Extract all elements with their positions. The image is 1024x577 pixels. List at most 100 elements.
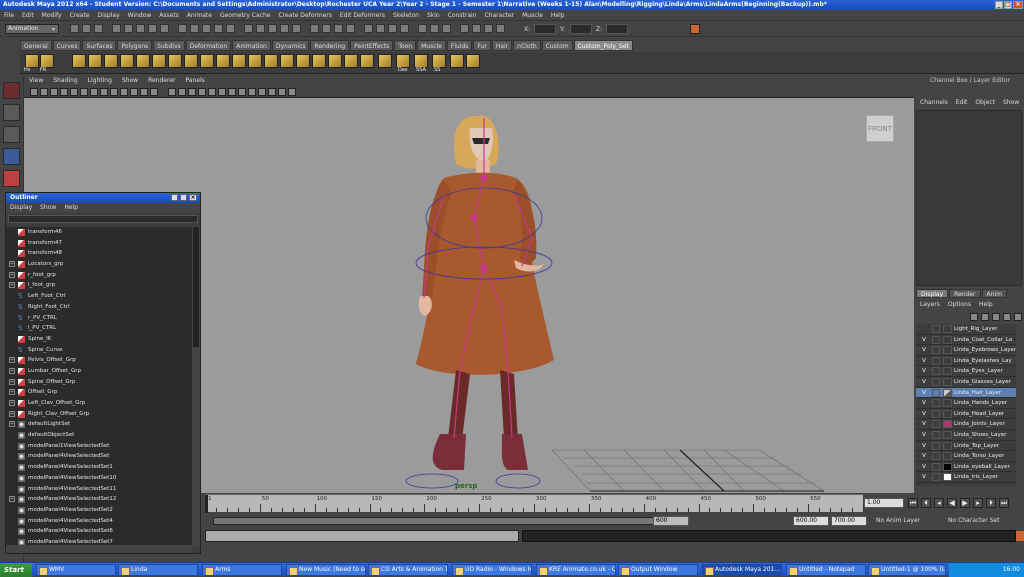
shelf-tab-deformation[interactable]: Deformation	[185, 40, 232, 51]
go-to-start-icon[interactable]: ⏮	[908, 498, 918, 508]
menu-animate[interactable]: Animate	[187, 12, 212, 19]
expand-icon[interactable]: +	[9, 421, 15, 428]
z-field[interactable]	[606, 24, 628, 34]
taskbar-item[interactable]: New Music (Need to sor...	[286, 564, 366, 576]
character-set-dropdown[interactable]: No Character Set	[948, 516, 1018, 526]
layer-color-swatch[interactable]	[943, 441, 952, 450]
menu-geometry-cache[interactable]: Geometry Cache	[220, 12, 270, 19]
layer-playback-toggle[interactable]	[932, 325, 940, 333]
script-editor-button[interactable]	[1016, 531, 1024, 541]
shelf-tab-hair[interactable]: Hair	[491, 40, 513, 51]
status-tool-icon[interactable]	[364, 24, 373, 33]
script-editor-icon[interactable]	[690, 24, 700, 34]
layer-color-swatch[interactable]	[943, 430, 952, 439]
scrollbar-thumb[interactable]	[193, 227, 199, 347]
shelf-tool-icon[interactable]	[216, 54, 230, 68]
outliner-item[interactable]: modelPanel4ViewSelectedSet	[6, 451, 192, 462]
outliner-item[interactable]: modelPanel4ViewSelectedSet6	[6, 526, 192, 537]
panel-tool-icon[interactable]	[150, 88, 158, 96]
status-tool-icon[interactable]	[202, 24, 211, 33]
status-tool-icon[interactable]	[112, 24, 121, 33]
taskbar-item[interactable]: CG Arts & Animation Tu...	[368, 564, 448, 576]
outliner-item[interactable]: + Pelvis_Offset_Grp	[6, 355, 192, 366]
status-tool-icon[interactable]	[496, 24, 505, 33]
taskbar-item[interactable]: KRE Animate.co.uk - Q...	[536, 564, 616, 576]
outliner-menu-display[interactable]: Display	[10, 204, 32, 211]
menu-constrain[interactable]: Constrain	[448, 12, 477, 19]
outliner-item[interactable]: + modelPanel4ViewSelectedSet12	[6, 494, 192, 505]
layer-row[interactable]: V Linda_Top_Layer	[916, 441, 1016, 452]
status-tool-icon[interactable]	[484, 24, 493, 33]
layer-visibility-toggle[interactable]: V	[922, 388, 928, 399]
panel-tool-icon[interactable]	[248, 88, 256, 96]
close-button[interactable]: ×	[189, 194, 197, 201]
status-tool-icon[interactable]	[472, 24, 481, 33]
outliner-item[interactable]: + Right_Clav_Offset_Grp	[6, 409, 192, 420]
shelf-tool-icon[interactable]	[450, 54, 464, 68]
status-tool-icon[interactable]	[418, 24, 427, 33]
shelf-tab-surfaces[interactable]: Surfaces	[82, 40, 117, 51]
status-tool-icon[interactable]	[388, 24, 397, 33]
panel-tool-icon[interactable]	[288, 88, 296, 96]
status-tool-icon[interactable]	[460, 24, 469, 33]
layer-playback-toggle[interactable]	[932, 367, 940, 376]
panel-menu-panels[interactable]: Panels	[185, 77, 204, 84]
layer-playback-toggle[interactable]	[932, 399, 940, 408]
panel-tool-icon[interactable]	[120, 88, 128, 96]
layer-options-icon[interactable]	[1014, 313, 1022, 321]
shelf-tool-icon[interactable]	[120, 54, 134, 68]
layer-row[interactable]: V Linda_Torso_Layer	[916, 451, 1016, 462]
step-back-key-icon[interactable]: ⏴	[921, 498, 931, 508]
go-to-end-icon[interactable]: ⏭	[999, 498, 1009, 508]
panel-tool-icon[interactable]	[268, 88, 276, 96]
shelf-tool-icon[interactable]	[88, 54, 102, 68]
maximize-button[interactable]	[180, 194, 187, 201]
time-slider[interactable]: 1 50 100 150 200 250 300 350 400 450 500 550	[205, 494, 864, 513]
menu-modify[interactable]: Modify	[42, 12, 62, 19]
status-tool-icon[interactable]	[148, 24, 157, 33]
status-tool-icon[interactable]	[226, 24, 235, 33]
outliner-menu-show[interactable]: Show	[40, 204, 56, 211]
menu-character[interactable]: Character	[485, 12, 515, 19]
layer-visibility-toggle[interactable]: V	[922, 472, 928, 483]
layer-visibility-toggle[interactable]: V	[922, 409, 928, 420]
shelf-tab-custom[interactable]: Custom	[541, 40, 573, 51]
panel-tool-icon[interactable]	[30, 88, 38, 96]
step-forward-frame-icon[interactable]: ▸	[973, 498, 983, 508]
maximize-button[interactable]: □	[1004, 1, 1012, 9]
layer-playback-toggle[interactable]	[932, 356, 940, 365]
shelf-tool-icon[interactable]	[378, 54, 392, 68]
shelf-tab-custom-poly-set[interactable]: Custom_Poly_Set	[573, 40, 633, 51]
shelf-tool-icon[interactable]	[25, 54, 39, 68]
taskbar-item[interactable]: Linda	[118, 564, 198, 576]
layer-visibility-toggle[interactable]: V	[922, 441, 928, 452]
layer-visibility-toggle[interactable]: V	[922, 356, 928, 367]
status-tool-icon[interactable]	[82, 24, 91, 33]
panel-menu-view[interactable]: View	[29, 77, 43, 84]
taskbar-item[interactable]: Untitled - Notepad	[786, 564, 866, 576]
outliner-item[interactable]: Sl_PV_CTRL	[6, 323, 192, 334]
shelf-tab-toon[interactable]: Toon	[394, 40, 417, 51]
outliner-item[interactable]: S Left_Foot_Ctrl	[6, 291, 192, 302]
shelf-tab-rendering[interactable]: Rendering	[310, 40, 350, 51]
layer-playback-toggle[interactable]	[932, 452, 940, 461]
panel-menu-renderer[interactable]: Renderer	[148, 77, 175, 84]
panel-tool-icon[interactable]	[90, 88, 98, 96]
status-tool-icon[interactable]	[160, 24, 169, 33]
expand-icon[interactable]: +	[9, 389, 15, 396]
shelf-tool-icon[interactable]	[344, 54, 358, 68]
taskbar-item[interactable]: Output Window	[618, 564, 698, 576]
taskbar-item[interactable]: UO Radio - Windows In...	[452, 564, 532, 576]
panel-tool-icon[interactable]	[208, 88, 216, 96]
layer-visibility-toggle[interactable]: V	[922, 419, 928, 430]
x-field[interactable]	[534, 24, 556, 34]
shelf-tab-painteffects[interactable]: PaintEffects	[350, 40, 394, 51]
shelf-tool-icon[interactable]	[414, 54, 428, 68]
outliner-item[interactable]: defaultObjectSet	[6, 430, 192, 441]
layer-color-swatch[interactable]	[943, 452, 952, 461]
anim-layer-dropdown[interactable]: No Anim Layer	[876, 516, 946, 526]
shelf-tool-icon[interactable]	[104, 54, 118, 68]
panel-tool-icon[interactable]	[130, 88, 138, 96]
menu-skin[interactable]: Skin	[427, 12, 440, 19]
range-slider[interactable]	[213, 517, 683, 525]
